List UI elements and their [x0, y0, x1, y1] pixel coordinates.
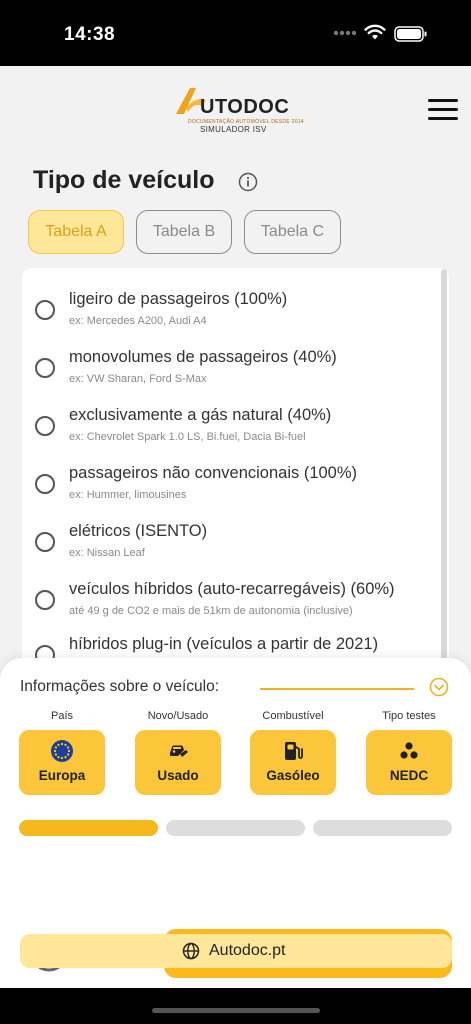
- radio-button[interactable]: [35, 590, 55, 610]
- list-item[interactable]: veículos híbridos (auto-recarregáveis) (…: [22, 573, 442, 629]
- card-value: NEDC: [389, 768, 429, 783]
- card-caption: Tipo testes: [382, 710, 436, 722]
- card-caption: Combustível: [262, 710, 324, 722]
- tab-tabela-a[interactable]: Tabela A: [28, 210, 124, 254]
- logo-wordmark: UTODOC: [200, 96, 290, 118]
- radio-button[interactable]: [35, 358, 55, 378]
- option-label: passageiros não convencionais (100%): [69, 464, 358, 482]
- card-caption: País: [50, 710, 73, 722]
- option-example: ex: VW Sharan, Ford S-Max: [69, 373, 207, 385]
- progress-step-3: [313, 820, 452, 836]
- card-value: Usado: [157, 768, 199, 783]
- list-item[interactable]: elétricos (ISENTO) ex: Nissan Leaf: [22, 515, 442, 571]
- chevron-down-icon[interactable]: [429, 677, 449, 697]
- condition-button[interactable]: Usado: [135, 730, 221, 795]
- radio-button[interactable]: [35, 416, 55, 436]
- home-indicator[interactable]: [152, 1008, 320, 1013]
- tab-tabela-c[interactable]: Tabela C: [244, 210, 341, 254]
- option-example: ex: Nissan Leaf: [69, 547, 145, 559]
- wifi-icon: [364, 24, 386, 40]
- status-time: 14:38: [64, 24, 116, 45]
- radio-button[interactable]: [35, 300, 55, 320]
- radio-button[interactable]: [35, 532, 55, 552]
- dots-icon: [400, 742, 418, 759]
- globe-icon: [182, 942, 200, 960]
- list-item[interactable]: monovolumes de passageiros (40%) ex: VW …: [22, 341, 442, 397]
- cellular-signal-icon: [333, 30, 357, 36]
- option-label: veículos híbridos (auto-recarregáveis) (…: [69, 580, 395, 598]
- eu-flag-icon: [51, 740, 73, 762]
- list-item[interactable]: passageiros não convencionais (100%) ex:…: [22, 457, 442, 513]
- option-label: monovolumes de passageiros (40%): [69, 348, 337, 366]
- info-icon[interactable]: [238, 172, 258, 192]
- option-label: híbridos plug-in (veículos a partir de 2…: [69, 635, 379, 653]
- website-link-button[interactable]: Autodoc.pt: [20, 934, 452, 968]
- tab-tabela-b[interactable]: Tabela B: [136, 210, 232, 254]
- autodoc-logo: UTODOC DOCUMENTAÇÃO AUTOMÓVEL DESDE 2014…: [172, 84, 304, 134]
- status-bar: 14:38: [0, 0, 471, 66]
- card-caption: Novo/Usado: [147, 710, 209, 722]
- website-link-label: Autodoc.pt: [209, 942, 286, 959]
- sheet-divider: [260, 688, 414, 690]
- card-value: Europa: [38, 768, 86, 783]
- option-example: até 49 g de CO2 e mais de 51km de autono…: [69, 605, 353, 617]
- fuel-button[interactable]: Gasóleo: [250, 730, 336, 795]
- fuel-card: Combustível Gasóleo: [250, 710, 336, 795]
- test-type-button[interactable]: NEDC: [366, 730, 452, 795]
- page-title: Tipo de veículo: [33, 166, 215, 194]
- option-example: ex: Mercedes A200, Audi A4: [69, 315, 207, 327]
- option-label: exclusivamente a gás natural (40%): [69, 406, 332, 424]
- sheet-title: Informações sobre o veículo:: [20, 678, 220, 695]
- option-label: elétricos (ISENTO): [69, 522, 208, 540]
- list-item[interactable]: ligeiro de passageiros (100%) ex: Merced…: [22, 283, 442, 339]
- option-label: ligeiro de passageiros (100%): [69, 290, 288, 308]
- progress-step-1: [19, 820, 158, 836]
- list-scrollbar[interactable]: [441, 269, 447, 669]
- progress-step-2: [166, 820, 305, 836]
- test-type-card: Tipo testes NEDC: [366, 710, 452, 795]
- used-car-icon: [170, 745, 188, 757]
- list-item[interactable]: exclusivamente a gás natural (40%) ex: C…: [22, 399, 442, 455]
- fuel-pump-icon: [285, 742, 303, 760]
- condition-card: Novo/Usado Usado: [135, 710, 221, 795]
- card-value: Gasóleo: [266, 768, 320, 783]
- battery-icon: [394, 26, 427, 42]
- logo-subtitle: SIMULADOR ISV: [200, 125, 267, 134]
- option-example: ex: Hummer, limousines: [69, 489, 187, 501]
- hamburger-menu-icon[interactable]: [428, 99, 458, 121]
- app-screen: UTODOC DOCUMENTAÇÃO AUTOMÓVEL DESDE 2014…: [0, 66, 471, 988]
- country-card: País Europa: [19, 710, 105, 795]
- option-example: ex: Chevrolet Spark 1.0 LS, Bi.fuel, Dac…: [69, 431, 306, 443]
- radio-button[interactable]: [35, 474, 55, 494]
- country-button[interactable]: Europa: [19, 730, 105, 795]
- home-bar-area: [0, 988, 471, 1024]
- vehicle-type-list: ligeiro de passageiros (100%) ex: Merced…: [22, 268, 449, 688]
